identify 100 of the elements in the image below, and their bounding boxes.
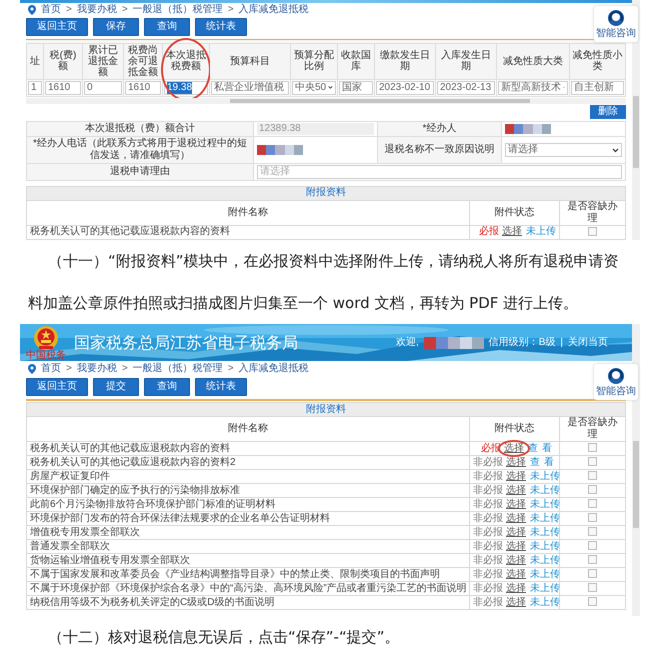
choose-link[interactable]: 选择 <box>506 596 526 608</box>
upload-status: 未上传 <box>530 512 560 524</box>
choose-link[interactable]: 选择 <box>506 470 526 482</box>
upload-status: 未上传 <box>530 470 560 482</box>
column-header: 附件名称 <box>26 416 470 442</box>
input-field[interactable]: 1610 <box>45 80 81 95</box>
input-field[interactable]: 2023-02-10 <box>376 80 434 95</box>
section-title: 附报资料 <box>26 402 626 416</box>
choose-link[interactable]: 选择 <box>506 568 526 580</box>
requirement-label: 非必报 <box>472 568 503 580</box>
choose-link[interactable]: 选择 <box>506 582 526 594</box>
checkbox[interactable] <box>588 527 597 536</box>
breadcrumb-link[interactable]: 一般退（抵）税管理 <box>132 4 223 16</box>
dropdown[interactable]: 私营企业增值税 <box>211 80 289 95</box>
checkbox[interactable] <box>588 513 597 522</box>
checkbox[interactable] <box>588 499 597 508</box>
upload-status: 未上传 <box>530 596 560 608</box>
upload-status: 未上传 <box>530 540 560 552</box>
checkbox[interactable] <box>588 471 597 480</box>
breadcrumb-separator: > <box>122 363 128 375</box>
assistant-widget[interactable]: 智能咨询 <box>594 364 638 400</box>
column-header: 预算分配比例 <box>290 43 338 80</box>
checkbox[interactable] <box>588 569 597 578</box>
checkbox[interactable] <box>588 227 597 236</box>
horizontal-scrollbar[interactable] <box>26 98 626 104</box>
view-link[interactable]: 查看 <box>530 456 558 468</box>
toolbar-button[interactable]: 查询 <box>144 378 190 396</box>
requirement-label: 必报 <box>478 226 499 238</box>
column-header: 减免性质小类 <box>570 43 626 80</box>
field-label: 退税名称不一致原因说明 <box>378 136 502 164</box>
checkbox[interactable] <box>588 555 597 564</box>
table-cell: 不属于国家发展和改革委员会《产业结构调整指导目录》中的禁止类、限制类项目的书面声明 <box>26 568 470 582</box>
header-separator: | <box>560 336 563 348</box>
checkbox[interactable] <box>588 583 597 592</box>
choose-link[interactable]: 选择 <box>506 512 526 524</box>
headset-icon <box>606 8 626 28</box>
checkbox[interactable] <box>588 597 597 606</box>
requirement-label: 非必报 <box>472 512 503 524</box>
toolbar-button[interactable]: 返回主页 <box>26 378 88 396</box>
choose-link[interactable]: 选择 <box>504 442 524 454</box>
toolbar-button[interactable]: 返回主页 <box>26 18 88 36</box>
upload-status: 未上传 <box>526 226 556 238</box>
dropdown[interactable]: 请选择 <box>505 143 622 158</box>
requirement-label: 非必报 <box>472 470 503 482</box>
input-field[interactable]: 2023-02-13 <box>437 80 495 95</box>
choose-link[interactable]: 选择 <box>506 498 526 510</box>
toolbar-button[interactable]: 保存 <box>93 18 139 36</box>
breadcrumb-link[interactable]: 入库减免退抵税 <box>238 4 309 16</box>
toolbar-button[interactable]: 统计表 <box>195 378 247 396</box>
choose-link[interactable]: 选择 <box>506 526 526 538</box>
requirement-label: 非必报 <box>472 484 503 496</box>
requirement-label: 非必报 <box>472 456 503 468</box>
upload-status: 未上传 <box>530 582 560 594</box>
welcome-text: 欢迎, <box>396 336 419 348</box>
choose-link[interactable]: 选择 <box>506 554 526 566</box>
breadcrumb-link[interactable]: 我要办税 <box>76 363 117 375</box>
breadcrumb-separator: > <box>228 4 234 16</box>
checkbox[interactable] <box>588 457 597 466</box>
table-cell: 增值税专用发票全部联次 <box>26 526 470 540</box>
table-cell: 此前6个月污染物排放符合环境保护部门标准的证明材料 <box>26 498 470 512</box>
requirement-label: 非必报 <box>472 526 503 538</box>
checkbox[interactable] <box>588 443 597 452</box>
column-header: 减免性质大类 <box>496 43 570 80</box>
field-label: *经办人电话（此联系方式将用于退税过程中的短信发送，请准确填写） <box>26 136 254 164</box>
column-header: 是否容缺办理 <box>559 416 626 442</box>
breadcrumb-link[interactable]: 首页 <box>41 4 61 16</box>
table-cell: 环境保护部门发布的符合环保法律法规要求的企业名单公告证明材料 <box>26 512 470 526</box>
choose-link[interactable]: 选择 <box>506 456 526 468</box>
input-field[interactable]: 0 <box>84 80 122 95</box>
toolbar-button[interactable]: 查询 <box>144 18 190 36</box>
close-page-link[interactable]: 关闭当页 <box>568 336 608 348</box>
breadcrumb-link[interactable]: 我要办税 <box>76 4 117 16</box>
choose-link[interactable]: 选择 <box>502 226 522 238</box>
breadcrumb-link[interactable]: 入库减免退抵税 <box>238 363 309 375</box>
table-cell: 房屋产权证复印件 <box>26 470 470 484</box>
blurred-text <box>424 336 484 348</box>
input-field[interactable]: 19.38 <box>164 80 208 95</box>
input-field[interactable]: 1 <box>28 80 42 95</box>
breadcrumb-separator: > <box>66 4 72 16</box>
checkbox[interactable] <box>588 541 597 550</box>
credit-level: 信用级别：B级 <box>488 336 556 348</box>
input-field[interactable]: 1610 <box>125 80 161 95</box>
toolbar-button[interactable]: 统计表 <box>195 18 247 36</box>
delete-button[interactable]: 删除 <box>590 105 626 120</box>
choose-link[interactable]: 选择 <box>506 540 526 552</box>
table-cell: 环境保护部门确定的应予执行的污染物排放标准 <box>26 484 470 498</box>
toolbar-button[interactable]: 提交 <box>93 378 139 396</box>
column-header: 收款国库 <box>338 43 374 80</box>
choose-link[interactable]: 选择 <box>506 484 526 496</box>
breadcrumb-link[interactable]: 首页 <box>41 363 61 375</box>
column-header: 缴款发生日期 <box>374 43 436 80</box>
breadcrumb-link[interactable]: 一般退（抵）税管理 <box>132 363 223 375</box>
assistant-widget[interactable]: 智能咨询 <box>594 6 638 42</box>
paragraph: （十一）“附报资料”模块中，在必报资料中选择附件上传，请纳税人将所有退税申请资料加盖公章原件拍照或扫描成图片归集至一个 word 文档，再转为 PDF 进行上传。 <box>27 251 620 314</box>
dropdown[interactable]: 中央50 <box>292 80 336 95</box>
headset-icon <box>606 366 626 386</box>
requirement-label: 非必报 <box>472 582 503 594</box>
checkbox[interactable] <box>588 485 597 494</box>
section-title: 附报资料 <box>26 186 626 200</box>
paragraph: （十二）核对退税信息无误后，点击“保存”-“提交”。 <box>47 627 400 648</box>
